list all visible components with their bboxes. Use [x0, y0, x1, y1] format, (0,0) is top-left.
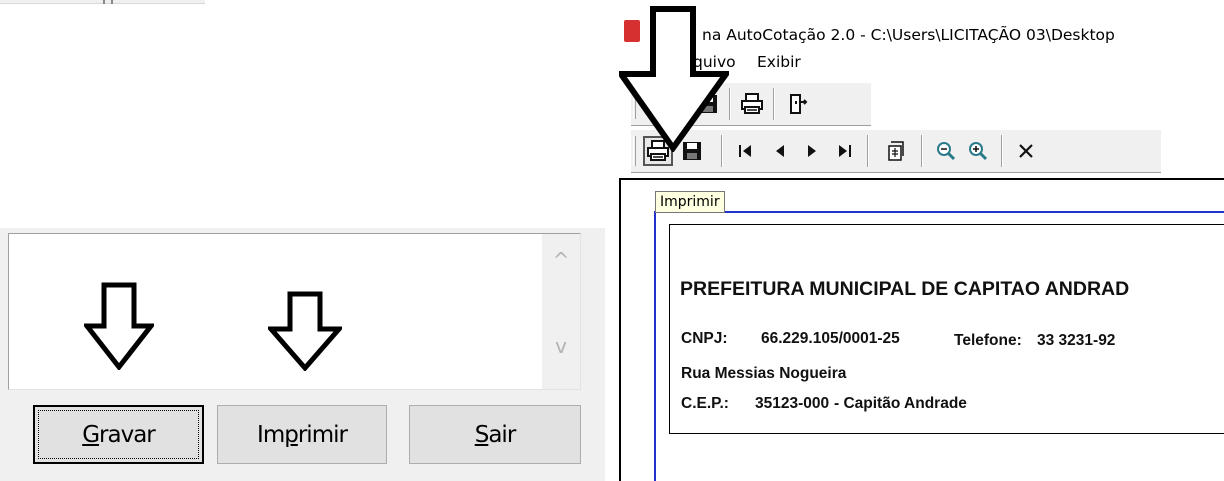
toolbar-separator: [773, 88, 775, 120]
top-control-fragment: [0, 0, 205, 4]
scroll-up-arrow-icon[interactable]: ^: [542, 248, 580, 272]
toolbar-separator: [729, 88, 731, 120]
next-page-icon[interactable]: [797, 136, 827, 166]
exit-door-icon[interactable]: [783, 89, 813, 119]
zoom-in-icon[interactable]: [963, 136, 993, 166]
tooltip: Imprimir: [655, 191, 725, 213]
report-title: PREFEITURA MUNICIPAL DE CAPITAO ANDRAD: [680, 278, 1130, 300]
cep-label: C.E.P.:: [681, 395, 729, 412]
city-value: - Capitão Andrade: [834, 395, 967, 412]
cnpj-value: 66.229.105/0001-25: [761, 330, 900, 347]
prev-page-icon[interactable]: [765, 136, 795, 166]
last-page-icon[interactable]: [829, 136, 859, 166]
scroll-down-arrow-icon[interactable]: v: [542, 334, 580, 358]
window-title: na AutoCotação 2.0 - C:\Users\LICITAÇÃO …: [702, 26, 1115, 44]
address-line: Rua Messias Nogueira: [681, 365, 847, 382]
vertical-scrollbar[interactable]: ^ v: [542, 234, 580, 389]
cep-value: 35123-000: [755, 395, 830, 412]
cnpj-label: CNPJ:: [681, 330, 728, 347]
focus-rectangle: [38, 410, 199, 459]
annotation-down-arrow-icon: [619, 6, 729, 152]
page-setup-icon[interactable]: [881, 136, 911, 166]
annotation-down-arrow-icon: [84, 282, 154, 370]
toolbar-separator: [1001, 135, 1003, 167]
annotation-down-arrow-icon: [268, 291, 342, 371]
form-panel: ^ v Gravar Im p rimir Sair: [0, 0, 605, 481]
zoom-out-icon[interactable]: [931, 136, 961, 166]
sair-accelerator: S: [474, 421, 490, 448]
sair-button[interactable]: Sair: [409, 405, 581, 464]
imprimir-accelerator: p: [284, 421, 299, 448]
menu-exibir[interactable]: Exibir: [757, 53, 801, 71]
first-page-icon[interactable]: [731, 136, 761, 166]
close-icon[interactable]: [1011, 136, 1041, 166]
telefone-value: 33 3231-92: [1037, 332, 1116, 349]
telefone-label: Telefone:: [954, 332, 1022, 349]
imprimir-label-pre: Im: [257, 421, 285, 448]
imprimir-button[interactable]: Im p rimir: [217, 405, 387, 464]
print-icon[interactable]: [737, 89, 767, 119]
report-preview-window: na AutoCotação 2.0 - C:\Users\LICITAÇÃO …: [619, 0, 1224, 481]
toolbar-separator: [867, 135, 869, 167]
toolbar-separator: [921, 135, 923, 167]
gravar-button[interactable]: Gravar: [33, 405, 204, 464]
sair-label: air: [488, 421, 516, 448]
imprimir-label-rest: rimir: [297, 421, 348, 448]
